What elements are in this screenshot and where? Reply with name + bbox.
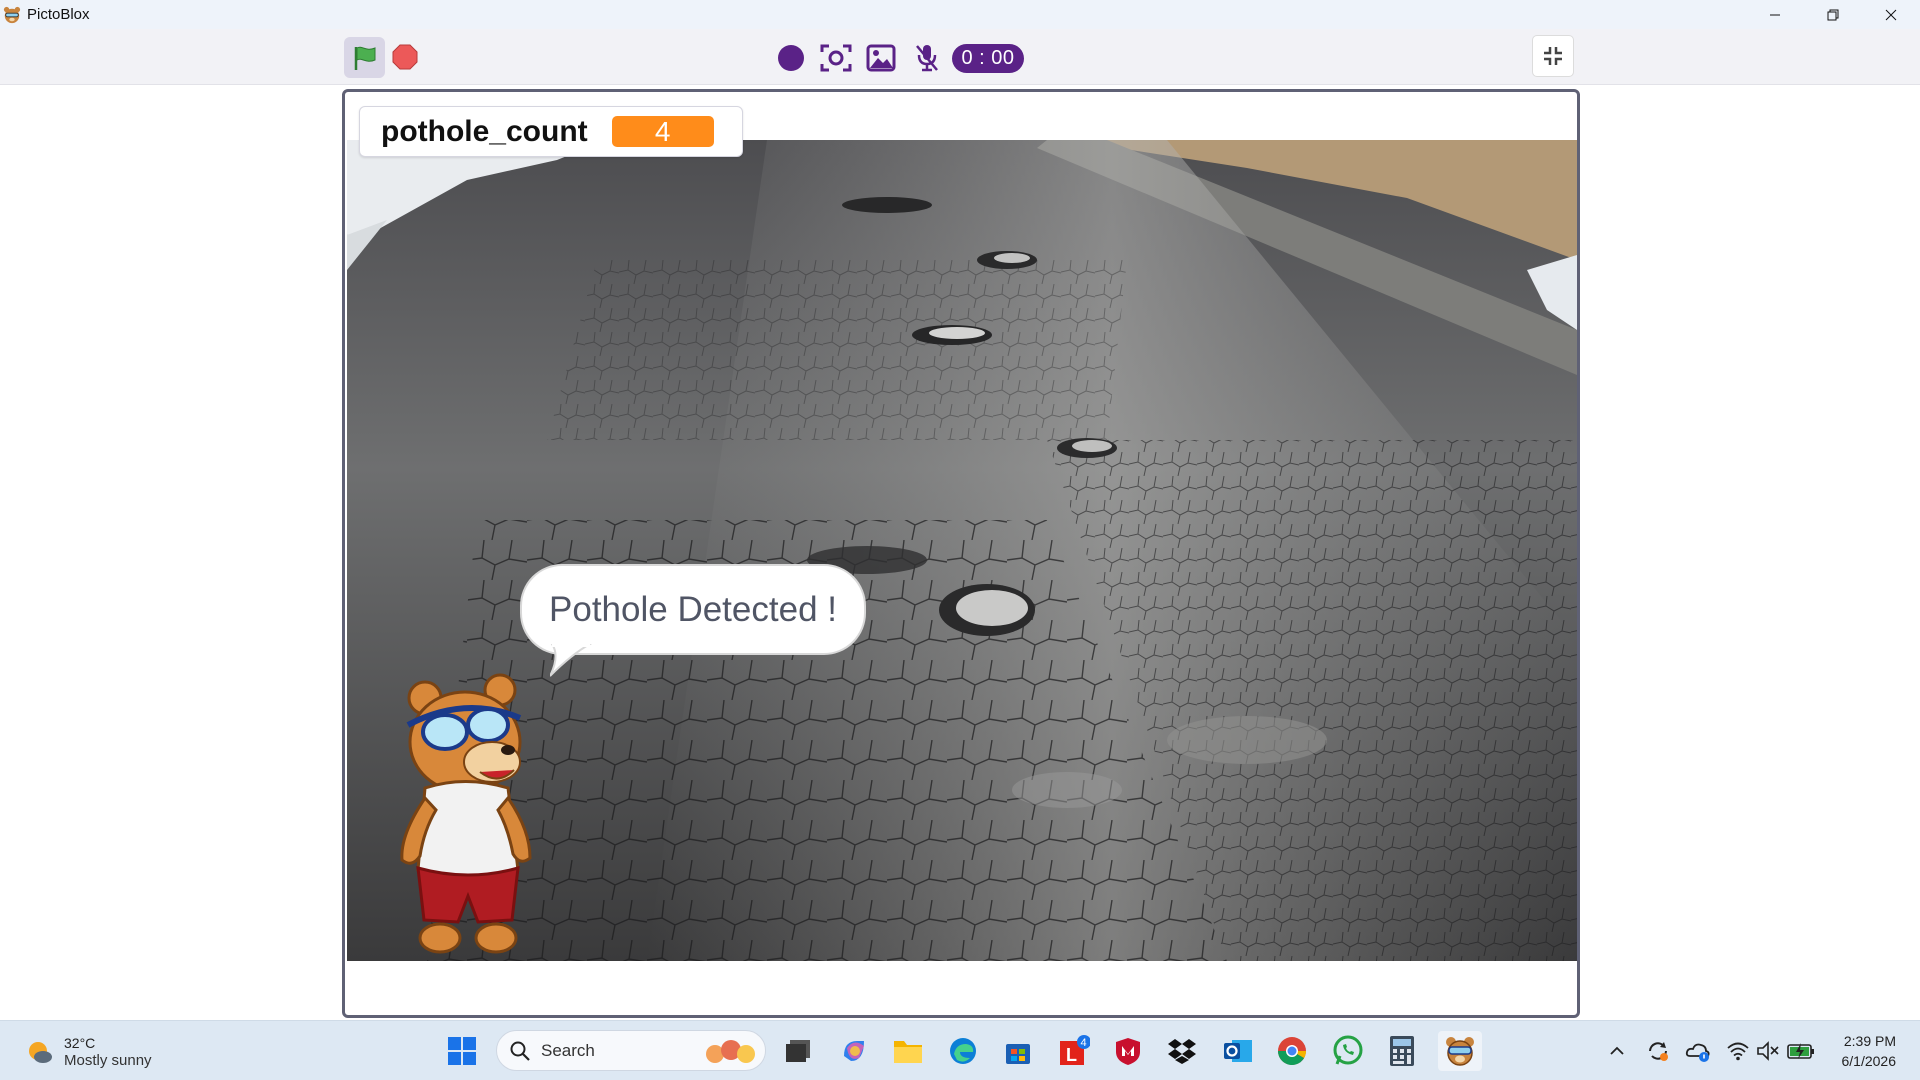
battery-charging-icon[interactable] [1786, 1037, 1816, 1065]
sync-icon[interactable] [1644, 1037, 1672, 1065]
bear-sprite[interactable] [380, 670, 580, 960]
stage-toolbar: 0 : 00 [0, 29, 1920, 85]
weather-widget[interactable]: 32°C Mostly sunny [24, 1034, 152, 1070]
taskbar-clock[interactable]: 2:39 PM 6/1/2026 [1820, 1031, 1897, 1071]
chrome-icon[interactable] [1274, 1033, 1310, 1069]
calculator-icon[interactable] [1384, 1033, 1420, 1069]
speech-text: Pothole Detected ! [549, 589, 837, 629]
exit-fullscreen-button[interactable] [1532, 35, 1574, 77]
microphone-button[interactable] [908, 41, 946, 75]
partly-sunny-icon [29, 1042, 52, 1063]
weather-temperature: 32°C [64, 1035, 96, 1051]
mcafee-icon[interactable] [1110, 1033, 1146, 1069]
recording-timer: 0 : 00 [952, 44, 1024, 73]
record-icon [778, 45, 804, 71]
minimize-button[interactable] [1746, 0, 1804, 29]
store-icon[interactable] [1000, 1033, 1036, 1069]
camera-snapshot-icon [820, 44, 852, 72]
pictoblox-icon[interactable] [1438, 1031, 1482, 1071]
file-explorer-icon[interactable] [890, 1033, 926, 1069]
speech-bubble: Pothole Detected ! [520, 564, 866, 655]
minimize-icon [1770, 14, 1780, 15]
copilot-icon[interactable] [836, 1033, 872, 1069]
restore-button[interactable] [1804, 0, 1862, 29]
exit-fullscreen-icon [1544, 47, 1562, 65]
window-title: PictoBlox [27, 6, 90, 23]
task-view-icon[interactable] [780, 1033, 816, 1069]
close-icon [1885, 9, 1897, 20]
close-button[interactable] [1862, 0, 1920, 29]
green-flag-button[interactable] [344, 37, 385, 78]
dropbox-icon[interactable] [1164, 1033, 1200, 1069]
restore-icon [1827, 9, 1839, 20]
clock-date: 6/1/2026 [1841, 1053, 1897, 1069]
stop-button[interactable] [389, 41, 421, 73]
whatsapp-icon[interactable] [1330, 1033, 1366, 1069]
show-hidden-icons-chevron-icon[interactable] [1605, 1037, 1629, 1065]
clock-time: 2:39 PM [1843, 1033, 1896, 1049]
taskbar: 32°C Mostly sunny Search L4 2:39 PM 6/1/… [0, 1020, 1920, 1080]
green-flag-icon [354, 46, 375, 70]
svg-text:L: L [1066, 1045, 1077, 1065]
title-bar: PictoBlox [0, 0, 1920, 29]
search-placeholder: Search [541, 1040, 595, 1060]
search-highlight-icon [706, 1039, 755, 1063]
variable-value: 4 [611, 116, 714, 147]
snapshot-button[interactable] [817, 41, 855, 75]
wifi-icon[interactable] [1724, 1037, 1752, 1065]
windows-start-icon[interactable] [447, 1036, 477, 1066]
onedrive-icon[interactable] [1684, 1037, 1712, 1065]
weather-description: Mostly sunny [64, 1052, 152, 1069]
stage[interactable]: pothole_count 4 Pothole Detected ! [342, 89, 1580, 1018]
lenovo-icon[interactable]: L4 [1056, 1033, 1092, 1069]
stop-icon [392, 44, 418, 70]
speech-bubble-tail [550, 644, 593, 677]
variable-name: pothole_count [381, 114, 588, 148]
record-button[interactable] [774, 41, 808, 75]
taskbar-search[interactable]: Search [496, 1030, 766, 1071]
outlook-icon[interactable] [1220, 1033, 1256, 1069]
image-button[interactable] [862, 41, 900, 75]
pictoblox-app-icon [3, 6, 21, 23]
variable-monitor[interactable]: pothole_count 4 [359, 106, 743, 157]
edge-icon[interactable] [945, 1033, 981, 1069]
image-icon [866, 44, 896, 72]
mic-off-icon [916, 45, 938, 72]
volume-muted-icon[interactable] [1754, 1037, 1782, 1065]
search-icon [510, 1041, 530, 1061]
lenovo-badge: 4 [1081, 1037, 1087, 1049]
